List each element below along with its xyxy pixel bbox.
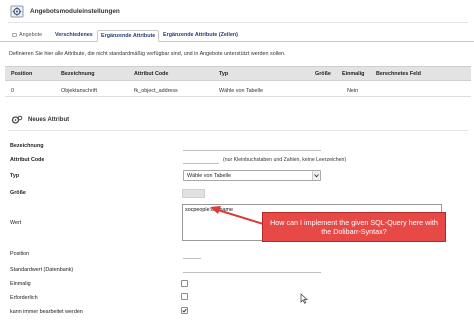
settings-gear-icon bbox=[10, 5, 24, 18]
tab-verschiedenes[interactable]: Verschiedenes bbox=[52, 30, 96, 42]
bearbeitet-checkbox[interactable] bbox=[181, 307, 188, 314]
column-header-typ: Typ bbox=[219, 71, 229, 77]
typ-label: Typ bbox=[10, 173, 20, 179]
tab-ergaenzende-attribute[interactable]: Ergänzende Attribute bbox=[97, 30, 160, 42]
header-divider bbox=[8, 22, 468, 23]
table-row bbox=[5, 96, 471, 97]
tab-angebote-label: Angebote bbox=[19, 32, 43, 38]
section-divider bbox=[8, 130, 468, 131]
column-header-position: Position bbox=[11, 71, 33, 77]
tab-ergaenzende-attribute-zeilen[interactable]: Ergänzende Attribute (Zeilen) bbox=[160, 30, 241, 42]
annotation-callout: How can I implement the given SQL-Query … bbox=[262, 212, 446, 242]
bezeichnung-input[interactable] bbox=[183, 150, 321, 151]
column-header-attribut-code: Attribut Code bbox=[134, 71, 169, 77]
erforderlich-checkbox[interactable] bbox=[181, 293, 188, 300]
column-header-groesse: Größe bbox=[315, 71, 331, 77]
typ-select-value: Wähle von Tabelle bbox=[187, 172, 231, 179]
table-cell-einmalig: Nein bbox=[347, 88, 359, 94]
chevron-down-icon bbox=[312, 171, 320, 180]
position-input[interactable] bbox=[183, 258, 201, 259]
table-cell-bezeichnung: Objektanschrift bbox=[61, 88, 97, 94]
einmalig-checkbox[interactable] bbox=[181, 280, 188, 287]
groesse-input[interactable] bbox=[182, 189, 205, 198]
attribut-code-label: Attribut Code bbox=[10, 157, 45, 163]
table-cell-typ: Wähle von Tabelle bbox=[219, 88, 263, 94]
typ-select[interactable]: Wähle von Tabelle bbox=[183, 170, 321, 181]
attribut-code-input[interactable] bbox=[183, 163, 219, 164]
attribut-code-hint: (nur Kleinbuchstaben und Zahlen, keine L… bbox=[223, 157, 347, 163]
page-title: Angebotsmoduleinstellungen bbox=[30, 8, 120, 15]
tab-verschiedenes-label: Verschiedenes bbox=[55, 32, 93, 38]
column-header-berechnetes-feld: Berechnetes Feld bbox=[376, 71, 421, 77]
standardwert-label: Standardwert (Datenbank) bbox=[10, 267, 74, 273]
standardwert-input[interactable] bbox=[183, 272, 321, 273]
document-icon bbox=[12, 32, 17, 37]
intro-text: Definieren Sie hier alle Attribute, die … bbox=[9, 51, 286, 57]
tab-ergaenzende-attribute-zeilen-label: Ergänzende Attribute (Zeilen) bbox=[163, 32, 238, 38]
wert-label: Wert bbox=[10, 220, 22, 226]
column-header-einmalig: Einmalig bbox=[342, 71, 365, 77]
gear-icon bbox=[11, 115, 23, 125]
table-cell-attribut-code: fk_object_address bbox=[134, 88, 178, 94]
tab-angebote[interactable]: Angebote bbox=[9, 30, 45, 42]
section-title: Neues Attribut bbox=[28, 117, 70, 123]
table-cell-position: 0 bbox=[11, 88, 14, 94]
position-label: Position bbox=[10, 251, 30, 257]
tab-ergaenzende-attribute-label: Ergänzende Attribute bbox=[101, 33, 156, 39]
bearbeitet-label: kann immer bearbeitet werden bbox=[10, 309, 83, 315]
bezeichnung-label: Bezeichnung bbox=[10, 143, 44, 149]
erforderlich-label: Erforderlich bbox=[10, 295, 38, 301]
einmalig-label: Einmalig bbox=[10, 281, 31, 287]
mouse-cursor-icon bbox=[300, 293, 309, 304]
groesse-label: Größe bbox=[10, 190, 26, 196]
checkmark-icon bbox=[182, 308, 187, 313]
column-header-bezeichnung: Bezeichnung bbox=[61, 71, 95, 77]
annotation-text: How can I implement the given SQL-Query … bbox=[270, 218, 438, 236]
